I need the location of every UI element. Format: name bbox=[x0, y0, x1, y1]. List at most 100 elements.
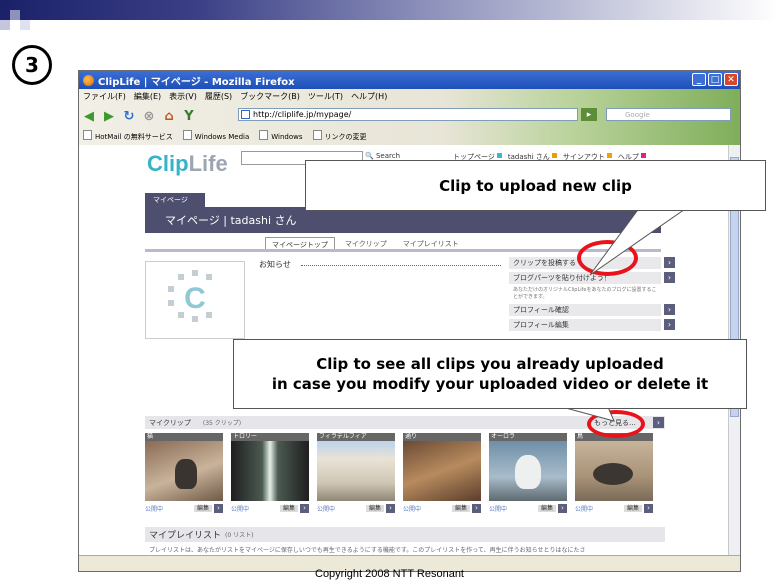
search-input[interactable]: Google bbox=[606, 108, 731, 121]
reload-icon[interactable]: ↻ bbox=[121, 108, 137, 124]
playlist-description: プレイリストは、あなたがリストをマイページに保存しいつでも再生できるようにする機… bbox=[149, 547, 586, 554]
clip-thumbnail[interactable] bbox=[231, 441, 309, 501]
back-icon[interactable]: ◀ bbox=[81, 108, 97, 124]
minimize-button[interactable]: _ bbox=[692, 73, 706, 86]
stop-icon[interactable]: ⊗ bbox=[141, 108, 157, 124]
avatar: C bbox=[145, 261, 245, 339]
clip-item[interactable]: トロリー 公開中 編集 › bbox=[231, 433, 309, 513]
square-icon bbox=[551, 153, 557, 158]
step-number: 3 bbox=[12, 45, 52, 85]
clip-edit-button[interactable]: 編集 bbox=[537, 505, 556, 512]
browser-window: ClipLife | マイページ - Mozilla Firefox _ □ ✕… bbox=[78, 70, 741, 572]
clip-item[interactable]: 通り 公開中 編集 › bbox=[403, 433, 481, 513]
more-clips-arrow-icon[interactable]: › bbox=[653, 417, 664, 428]
navigation-toolbar: ◀ ▶ ↻ ⊗ ⌂ Y http://cliplife.jp/mypage/ ▸… bbox=[81, 106, 736, 126]
bookmark-item[interactable]: HotMail の無料サービス bbox=[83, 130, 173, 142]
menu-edit[interactable]: 編集(E) bbox=[134, 91, 161, 102]
go-button[interactable]: ▸ bbox=[581, 108, 597, 121]
menu-help[interactable]: ヘルプ(H) bbox=[351, 91, 387, 102]
clip-title: オーロラ bbox=[489, 433, 567, 441]
callout-all-clips-line1: Clip to see all clips you already upload… bbox=[316, 355, 664, 373]
clip-status: 公開中 bbox=[231, 505, 250, 513]
address-bar[interactable]: http://cliplife.jp/mypage/ bbox=[238, 108, 578, 121]
site-search-label: Search bbox=[375, 152, 401, 160]
clip-status: 公開中 bbox=[575, 505, 594, 513]
url-text: http://cliplife.jp/mypage/ bbox=[253, 110, 352, 119]
clip-item[interactable]: オーロラ 公開中 編集 › bbox=[489, 433, 567, 513]
site-search-button[interactable]: 🔍 Search bbox=[365, 152, 400, 160]
square-icon bbox=[640, 153, 646, 158]
clip-title: フィラデルフィア bbox=[317, 433, 395, 441]
profile-edit-link[interactable]: プロフィール編集 › bbox=[509, 319, 675, 331]
forward-icon[interactable]: ▶ bbox=[101, 108, 117, 124]
my-clips-count: (35 クリップ) bbox=[202, 420, 242, 427]
clip-thumbnail[interactable] bbox=[403, 441, 481, 501]
arrow-right-icon[interactable]: › bbox=[558, 504, 567, 513]
feed-icon[interactable]: Y bbox=[181, 108, 197, 124]
copyright: Copyright 2008 NTT Resonant bbox=[315, 568, 464, 580]
profile-view-link[interactable]: プロフィール確認 › bbox=[509, 304, 675, 316]
notice-divider bbox=[301, 265, 501, 266]
window-title: ClipLife | マイページ - Mozilla Firefox bbox=[98, 76, 295, 88]
menu-file[interactable]: ファイル(F) bbox=[83, 91, 126, 102]
clip-item[interactable]: 猫 公開中 編集 › bbox=[145, 433, 223, 513]
clip-status: 公開中 bbox=[317, 505, 336, 513]
window-titlebar: ClipLife | マイページ - Mozilla Firefox _ □ ✕ bbox=[79, 71, 740, 89]
clip-edit-button[interactable]: 編集 bbox=[193, 505, 212, 512]
default-avatar-icon: C bbox=[168, 270, 212, 322]
menu-bookmarks[interactable]: ブックマーク(B) bbox=[240, 91, 300, 102]
logo-life-text: Life bbox=[188, 151, 228, 176]
blog-parts-note: あなただけのオリジナルClipLifeをあなたのブログに設置することができます。 bbox=[513, 287, 657, 300]
firefox-icon bbox=[83, 74, 94, 86]
clip-item[interactable]: 鳥 公開中 編集 › bbox=[575, 433, 653, 513]
notice-label: お知らせ bbox=[259, 260, 291, 269]
profile-edit-label: プロフィール編集 bbox=[513, 321, 569, 329]
clip-item[interactable]: フィラデルフィア 公開中 編集 › bbox=[317, 433, 395, 513]
clip-edit-button[interactable]: 編集 bbox=[451, 505, 470, 512]
menu-bar: ファイル(F) 編集(E) 表示(V) 履歴(S) ブックマーク(B) ツール(… bbox=[83, 91, 387, 102]
bookmark-item[interactable]: Windows bbox=[259, 130, 302, 142]
bookmark-item[interactable]: リンクの変更 bbox=[313, 130, 367, 142]
callout-all-clips: Clip to see all clips you already upload… bbox=[233, 339, 747, 409]
menu-tools[interactable]: ツール(T) bbox=[308, 91, 343, 102]
bookmarks-toolbar: HotMail の無料サービス Windows Media Windows リン… bbox=[83, 130, 367, 142]
arrow-right-icon[interactable]: › bbox=[472, 504, 481, 513]
clip-edit-button[interactable]: 編集 bbox=[623, 505, 642, 512]
deco-square bbox=[10, 10, 20, 20]
my-clips-title: マイクリップ bbox=[149, 418, 191, 427]
clip-status: 公開中 bbox=[489, 505, 508, 513]
clip-thumbnail[interactable] bbox=[317, 441, 395, 501]
clip-thumbnails: 猫 公開中 編集 › トロリー 公開中 編集 › フィラデルフィア 公開中 編集 › 通り … bbox=[145, 433, 653, 513]
square-icon bbox=[606, 153, 612, 158]
upload-clip-label: クリップを投稿する bbox=[513, 259, 576, 267]
my-playlists-title: マイプレイリスト bbox=[149, 531, 222, 541]
bookmark-item[interactable]: Windows Media bbox=[183, 130, 250, 142]
menu-view[interactable]: 表示(V) bbox=[169, 91, 197, 102]
callout-pointer bbox=[589, 206, 690, 276]
arrow-right-icon[interactable]: › bbox=[644, 504, 653, 513]
arrow-right-icon[interactable]: › bbox=[214, 504, 223, 513]
clip-thumbnail[interactable] bbox=[145, 441, 223, 501]
deco-square bbox=[0, 0, 10, 10]
profile-view-label: プロフィール確認 bbox=[513, 306, 569, 314]
my-playlists-header: マイプレイリスト (0 リスト) bbox=[145, 527, 665, 542]
arrow-right-icon[interactable]: › bbox=[386, 504, 395, 513]
clip-edit-button[interactable]: 編集 bbox=[365, 505, 384, 512]
site-logo[interactable]: ClipLife bbox=[147, 151, 228, 177]
clip-thumbnail[interactable] bbox=[575, 441, 653, 501]
close-button[interactable]: ✕ bbox=[724, 73, 738, 86]
mypage-tab[interactable]: マイページ bbox=[145, 193, 205, 207]
logo-clip-text: Clip bbox=[147, 151, 189, 176]
maximize-button[interactable]: □ bbox=[708, 73, 722, 86]
menu-history[interactable]: 履歴(S) bbox=[205, 91, 232, 102]
arrow-right-icon: › bbox=[664, 304, 675, 315]
callout-all-clips-line2: in case you modify your uploaded video o… bbox=[271, 375, 709, 393]
clip-edit-button[interactable]: 編集 bbox=[279, 505, 298, 512]
arrow-right-icon[interactable]: › bbox=[300, 504, 309, 513]
clip-thumbnail[interactable] bbox=[489, 441, 567, 501]
square-icon bbox=[496, 153, 502, 158]
search-placeholder: Google bbox=[625, 110, 650, 119]
slide-header-bar bbox=[0, 0, 779, 20]
browser-chrome: ファイル(F) 編集(E) 表示(V) 履歴(S) ブックマーク(B) ツール(… bbox=[79, 89, 740, 145]
home-icon[interactable]: ⌂ bbox=[161, 108, 177, 124]
